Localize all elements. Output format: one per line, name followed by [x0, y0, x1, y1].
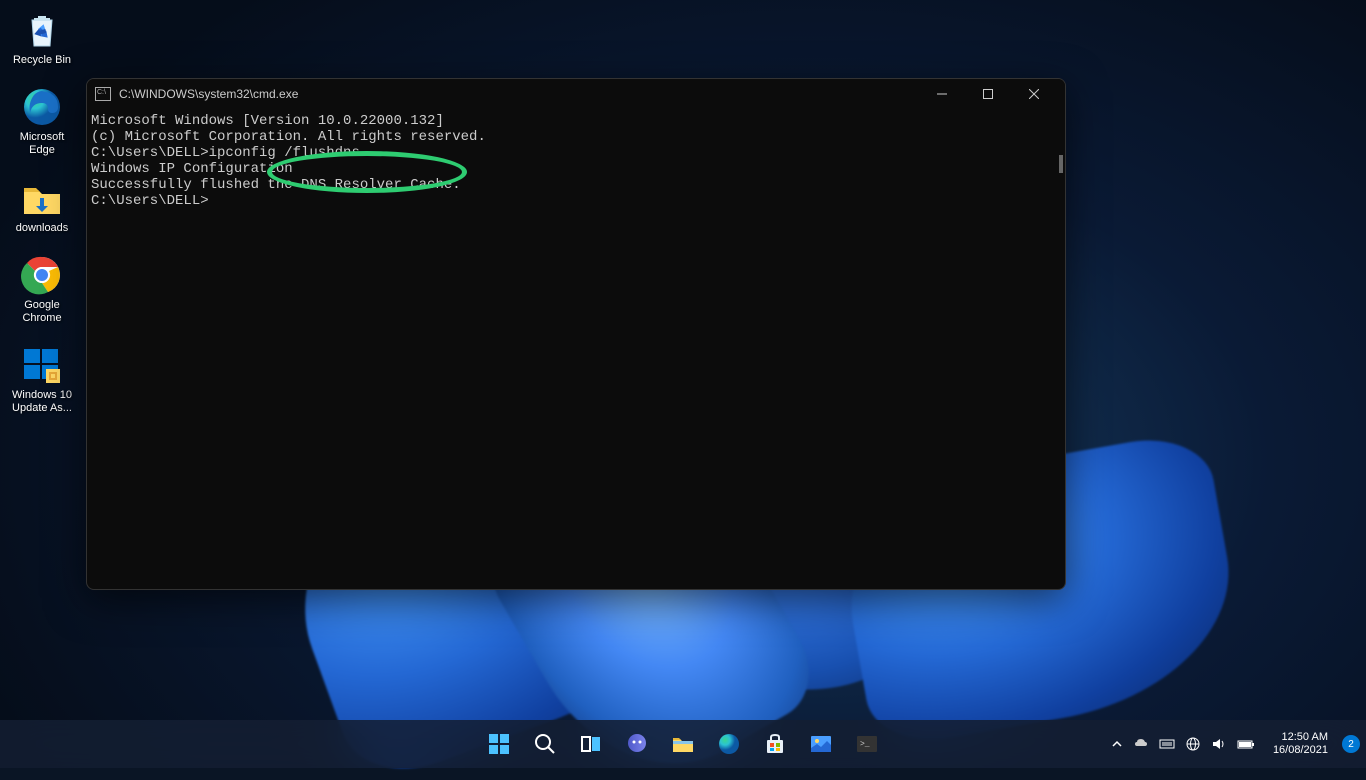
- desktop[interactable]: Recycle Bin Microsoft Edge downloads Goo…: [0, 0, 1366, 768]
- scrollbar-thumb[interactable]: [1059, 155, 1063, 173]
- minimize-button[interactable]: [919, 79, 965, 109]
- onedrive-icon[interactable]: [1133, 736, 1149, 752]
- cmd-taskbar-button[interactable]: >_: [847, 724, 887, 764]
- cmd-output[interactable]: Microsoft Windows [Version 10.0.22000.13…: [87, 109, 1065, 589]
- cmd-title-text: C:\WINDOWS\system32\cmd.exe: [119, 87, 298, 101]
- clock[interactable]: 12:50 AM 16/08/2021: [1265, 731, 1336, 757]
- taskbar: >_ 12:50 AM 16/08/2021 2: [0, 720, 1366, 768]
- chrome-icon[interactable]: Google Chrome: [6, 253, 78, 325]
- store-button[interactable]: [755, 724, 795, 764]
- cmd-app-icon: [95, 87, 111, 101]
- file-explorer-button[interactable]: [663, 724, 703, 764]
- cmd-window[interactable]: C:\WINDOWS\system32\cmd.exe Microsoft Wi…: [86, 78, 1066, 590]
- start-button[interactable]: [479, 724, 519, 764]
- tray-chevron-icon[interactable]: [1111, 738, 1123, 750]
- desktop-icons: Recycle Bin Microsoft Edge downloads Goo…: [6, 8, 78, 416]
- battery-icon[interactable]: [1237, 736, 1255, 752]
- svg-text:>_: >_: [860, 740, 870, 749]
- search-button[interactable]: [525, 724, 565, 764]
- recycle-bin-icon[interactable]: Recycle Bin: [6, 8, 78, 67]
- chat-button[interactable]: [617, 724, 657, 764]
- taskbar-center: >_: [479, 724, 887, 764]
- edge-icon[interactable]: Microsoft Edge: [6, 85, 78, 157]
- edge-taskbar-button[interactable]: [709, 724, 749, 764]
- cmd-titlebar[interactable]: C:\WINDOWS\system32\cmd.exe: [87, 79, 1065, 109]
- task-view-button[interactable]: [571, 724, 611, 764]
- maximize-button[interactable]: [965, 79, 1011, 109]
- downloads-folder-icon[interactable]: downloads: [6, 176, 78, 235]
- keyboard-icon[interactable]: [1159, 736, 1175, 752]
- windows-update-icon[interactable]: Windows 10 Update As...: [6, 343, 78, 415]
- notification-badge[interactable]: 2: [1342, 735, 1360, 753]
- network-icon[interactable]: [1185, 736, 1201, 752]
- taskbar-right: 12:50 AM 16/08/2021 2: [1103, 731, 1360, 757]
- volume-icon[interactable]: [1211, 736, 1227, 752]
- system-tray[interactable]: [1103, 736, 1263, 752]
- photos-button[interactable]: [801, 724, 841, 764]
- close-button[interactable]: [1011, 79, 1057, 109]
